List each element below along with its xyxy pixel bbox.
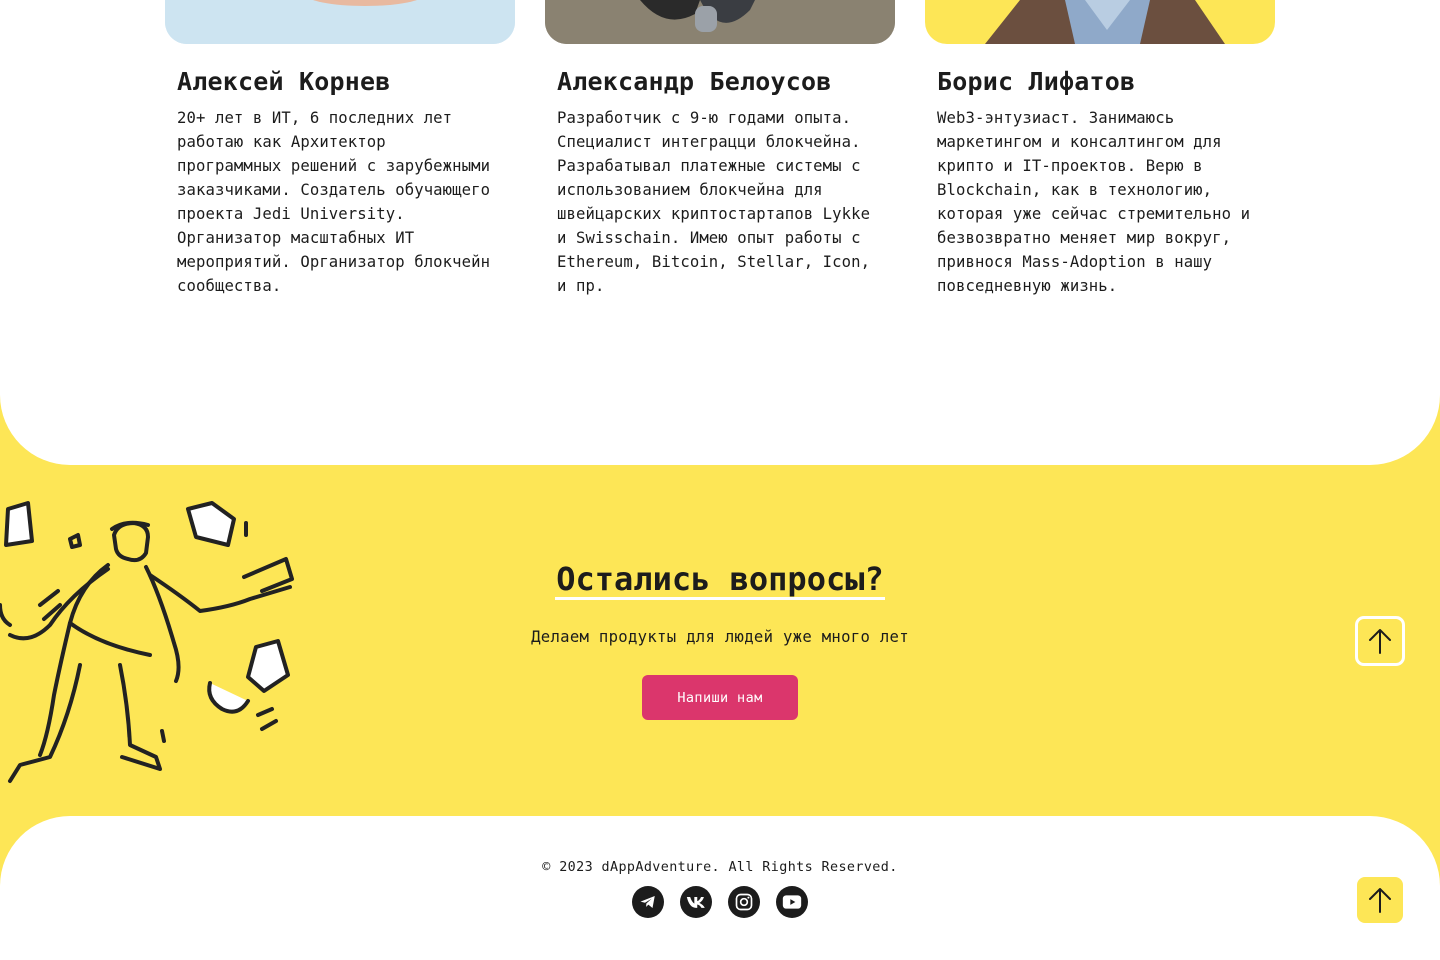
copyright-text: © 2023 dAppAdventure. All Rights Reserve… [542,860,898,875]
member-photo [545,0,895,44]
social-links [632,886,812,918]
team-card: Александр Белоусов Разработчик с 9-ю год… [545,0,895,298]
write-us-button[interactable]: Напиши нам [642,675,798,720]
member-name: Борис Лифатов [937,67,1136,96]
youtube-link[interactable] [776,886,808,918]
member-name: Александр Белоусов [557,67,832,96]
member-photo [925,0,1275,44]
arrow-up-icon [1369,888,1391,913]
vk-icon [686,897,705,908]
team-section: Алексей Корнев 20+ лет в ИТ, 6 последних… [0,0,1440,465]
member-bio: 20+ лет в ИТ, 6 последних лет работаю ка… [177,109,491,295]
telegram-link[interactable] [632,886,664,918]
vk-link[interactable] [680,886,712,918]
team-card: Алексей Корнев 20+ лет в ИТ, 6 последних… [165,0,515,298]
scroll-to-top-button[interactable] [1357,877,1403,923]
arrow-up-icon [1369,629,1391,654]
instagram-link[interactable] [728,886,760,918]
contact-section: Остались вопросы? Делаем продукты для лю… [0,465,1440,816]
member-bio: Разработчик с 9-ю годами опыта. Специали… [557,109,871,295]
team-card: Борис Лифатов Web3-энтузиаст. Занимаюсь … [925,0,1275,298]
contact-title: Остались вопросы? [555,560,885,600]
instagram-icon [735,893,753,911]
telegram-icon [640,896,655,908]
footer: © 2023 dAppAdventure. All Rights Reserve… [0,816,1440,960]
member-photo [165,0,515,44]
contact-subtitle: Делаем продукты для людей уже много лет [531,628,909,646]
scroll-to-top-button[interactable] [1355,616,1405,666]
youtube-icon [782,895,802,909]
member-bio: Web3-энтузиаст. Занимаюсь маркетингом и … [937,109,1251,295]
member-name: Алексей Корнев [177,67,391,96]
